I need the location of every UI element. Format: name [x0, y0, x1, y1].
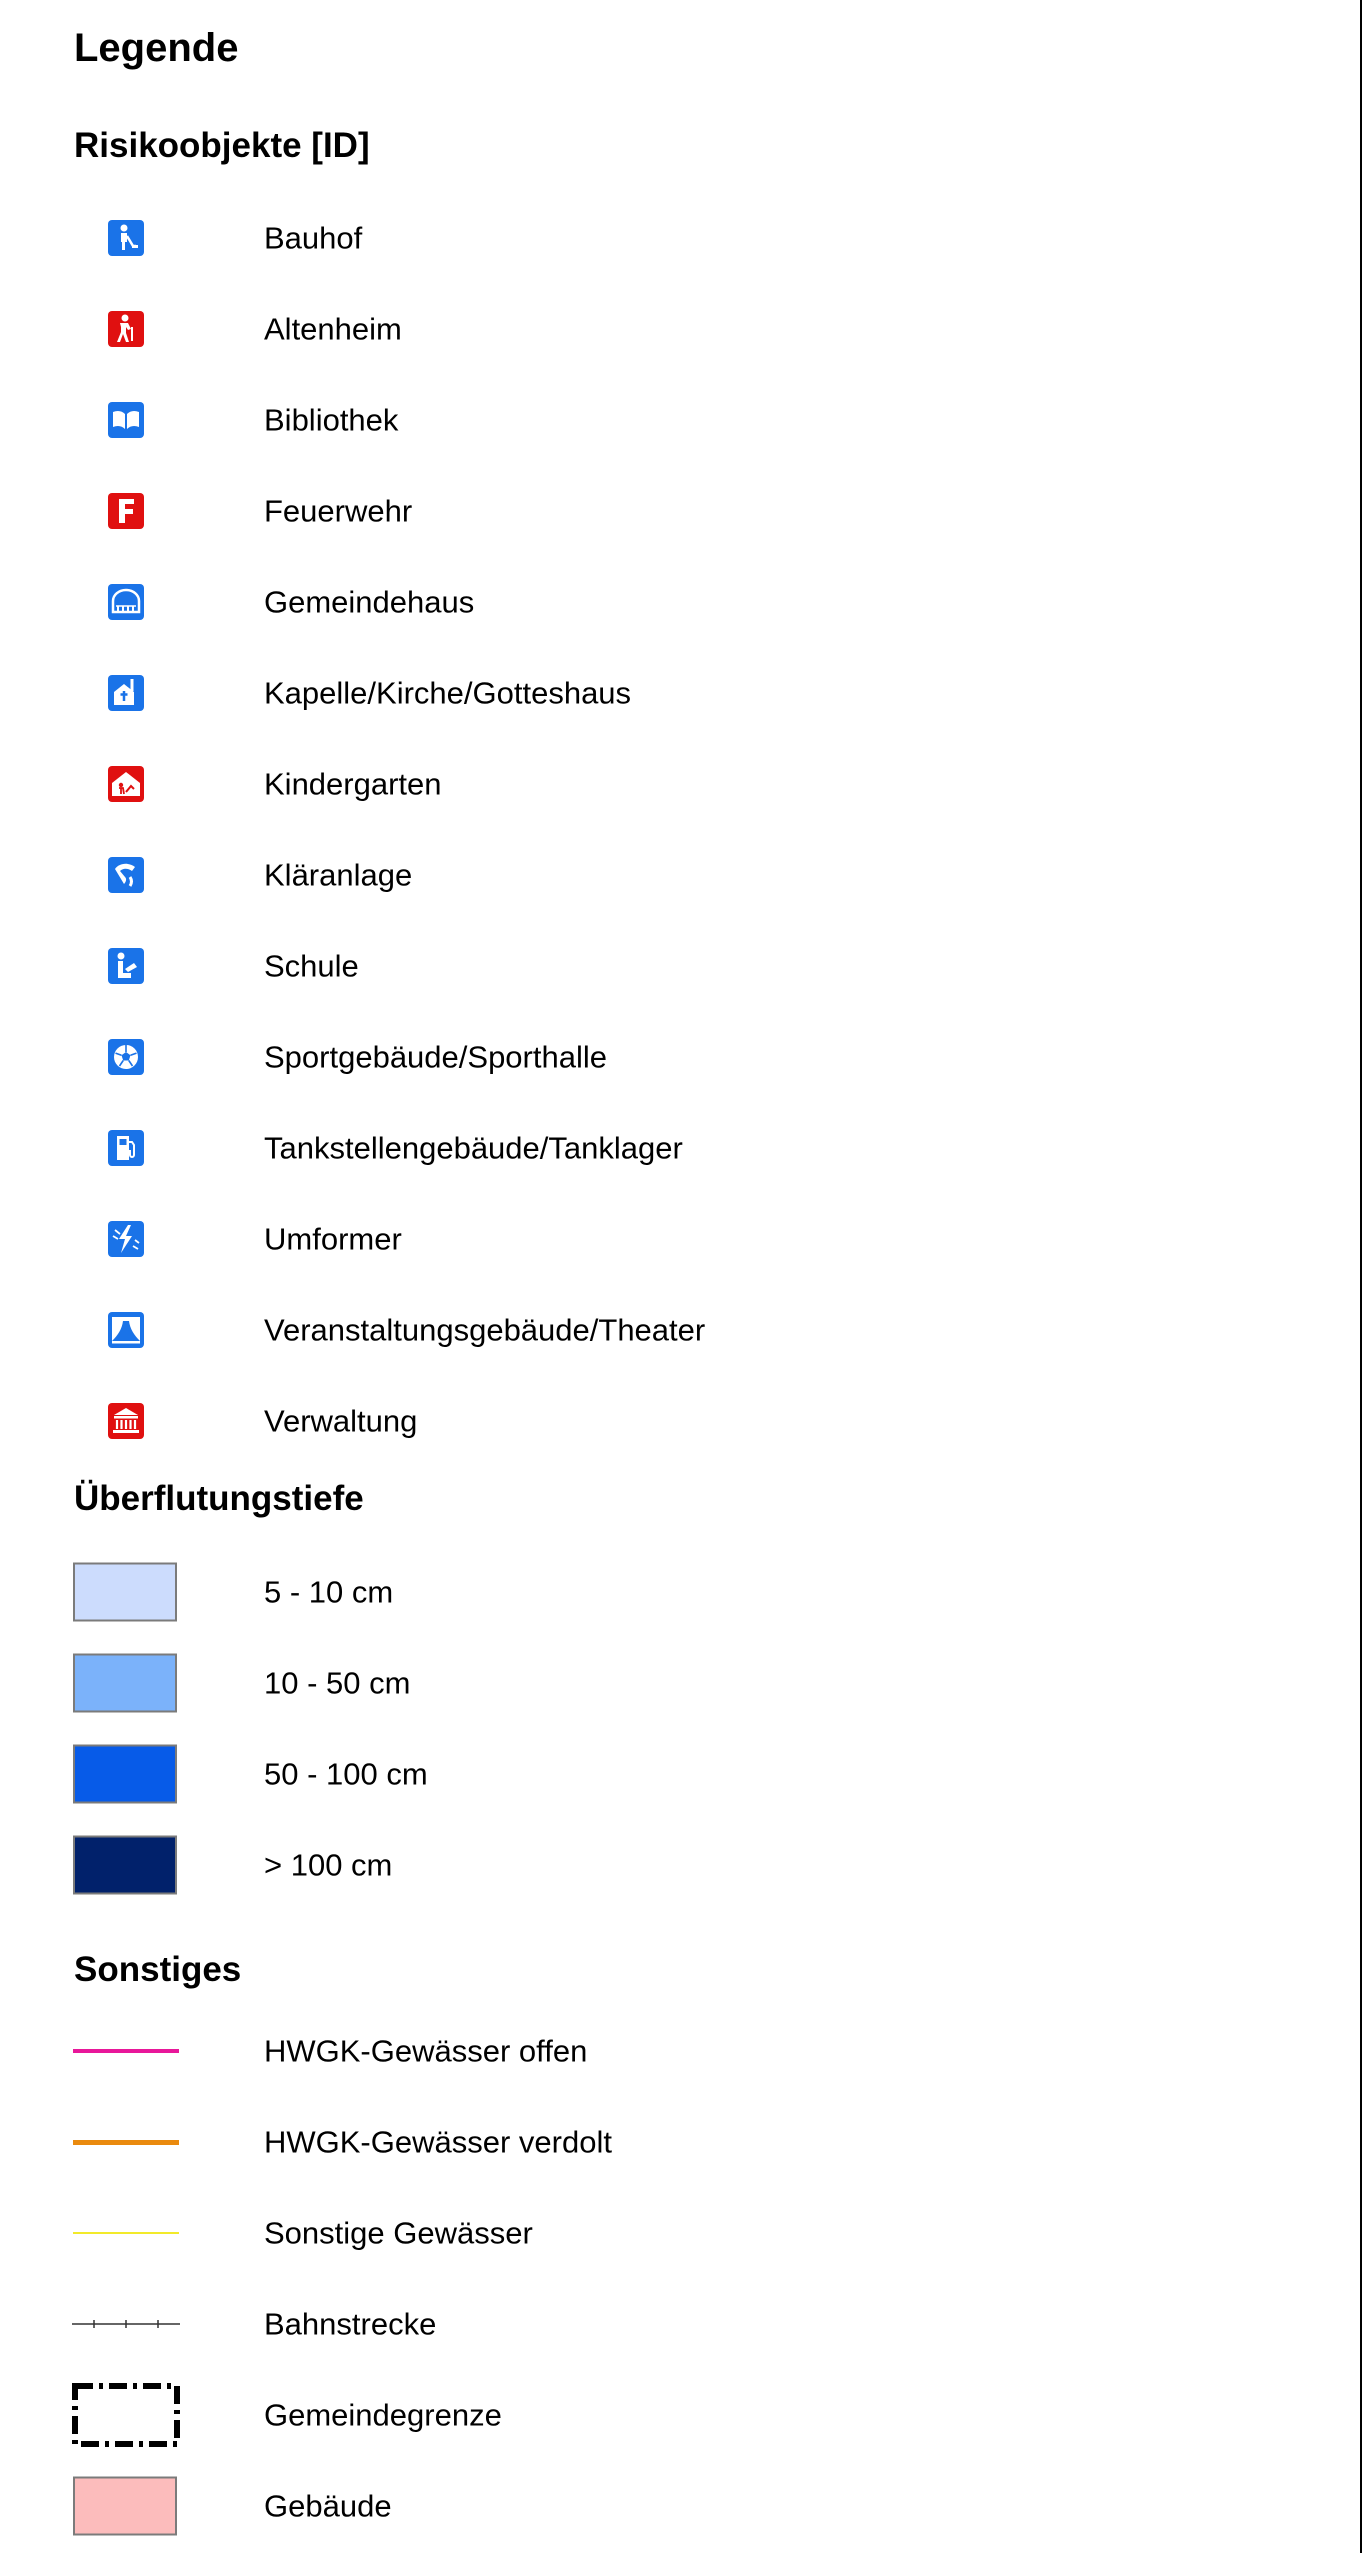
legend-item-feuerwehr: Feuerwehr [0, 481, 1300, 541]
legend-item-other-waters: Sonstige Gewässer [0, 2203, 1300, 2263]
open-book-icon [108, 402, 144, 438]
legend-item-label: HWGK-Gewässer verdolt [264, 2124, 612, 2160]
color-swatch [73, 1653, 177, 1713]
legend-item-label: Kapelle/Kirche/Gotteshaus [264, 675, 632, 711]
legend-item-depth-over-100: > 100 cm [0, 1835, 1300, 1895]
legend-item-depth-10-50: 10 - 50 cm [0, 1653, 1300, 1713]
kindergarten-icon [108, 766, 144, 802]
elderly-person-icon [108, 311, 144, 347]
section-title-risk-objects: Risikoobjekte [ID] [74, 126, 370, 165]
line-symbol [73, 2139, 179, 2145]
legend-item-label: Verwaltung [264, 1403, 418, 1439]
legend-item-label: 50 - 100 cm [264, 1756, 428, 1792]
legend-item-gemeindehaus: Gemeindehaus [0, 572, 1300, 632]
color-swatch [73, 1744, 177, 1804]
chapel-icon [108, 675, 144, 711]
color-swatch [73, 2476, 177, 2536]
legend-item-bibliothek: Bibliothek [0, 390, 1300, 450]
railway-symbol [72, 2317, 180, 2331]
legend-panel: Legende Risikoobjekte [ID] Bauhof Altenh… [0, 0, 1362, 2553]
boundary-symbol [72, 2383, 180, 2447]
legend-item-label: HWGK-Gewässer offen [264, 2033, 588, 2069]
legend-item-depth-5-10: 5 - 10 cm [0, 1562, 1300, 1622]
color-swatch [73, 1835, 177, 1895]
theater-curtain-icon [108, 1312, 144, 1348]
legend-item-label: Sportgebäude/Sporthalle [264, 1039, 607, 1075]
legend-item-sportgebaeude: Sportgebäude/Sporthalle [0, 1027, 1300, 1087]
sewage-plant-icon [108, 857, 144, 893]
legend-item-label: Feuerwehr [264, 493, 413, 529]
legend-item-label: Gemeindehaus [264, 584, 475, 620]
legend-item-label: Gemeindegrenze [264, 2397, 502, 2433]
lightning-icon [108, 1221, 144, 1257]
legend-item-umformer: Umformer [0, 1209, 1300, 1269]
legend-item-label: Kläranlage [264, 857, 413, 893]
legend-item-label: 5 - 10 cm [264, 1574, 394, 1610]
section-title-flood-depth: Überflutungstiefe [74, 1479, 364, 1518]
legend-item-label: Gebäude [264, 2488, 392, 2524]
legend-item-label: Altenheim [264, 311, 402, 347]
legend-item-kapelle: Kapelle/Kirche/Gotteshaus [0, 663, 1300, 723]
legend-item-kindergarten: Kindergarten [0, 754, 1300, 814]
legend-item-hwgk-open: HWGK-Gewässer offen [0, 2021, 1300, 2081]
legend-title: Legende [74, 26, 239, 70]
legend-item-schule: Schule [0, 936, 1300, 996]
community-hall-icon [108, 584, 144, 620]
legend-item-label: Kindergarten [264, 766, 442, 802]
legend-item-bauhof: Bauhof [0, 208, 1300, 268]
legend-item-klaeranlage: Kläranlage [0, 845, 1300, 905]
legend-item-label: Bibliothek [264, 402, 399, 438]
legend-item-label: Sonstige Gewässer [264, 2215, 533, 2251]
line-symbol [73, 2232, 179, 2234]
construction-worker-icon [108, 220, 144, 256]
line-symbol [73, 2049, 179, 2053]
legend-item-label: Umformer [264, 1221, 402, 1257]
legend-item-theater: Veranstaltungsgebäude/Theater [0, 1300, 1300, 1360]
legend-item-label: Bauhof [264, 220, 363, 256]
letter-f-icon [108, 493, 144, 529]
legend-item-label: 10 - 50 cm [264, 1665, 411, 1701]
school-reader-icon [108, 948, 144, 984]
legend-item-tankstelle: Tankstellengebäude/Tanklager [0, 1118, 1300, 1178]
legend-item-label: Schule [264, 948, 359, 984]
legend-item-railway: Bahnstrecke [0, 2294, 1300, 2354]
legend-item-municipal-boundary: Gemeindegrenze [0, 2383, 1300, 2447]
legend-item-building: Gebäude [0, 2476, 1300, 2536]
legend-item-label: Bahnstrecke [264, 2306, 437, 2342]
legend-item-depth-50-100: 50 - 100 cm [0, 1744, 1300, 1804]
legend-item-label: Tankstellengebäude/Tanklager [264, 1130, 683, 1166]
legend-item-verwaltung: Verwaltung [0, 1391, 1300, 1451]
legend-item-hwgk-culverted: HWGK-Gewässer verdolt [0, 2112, 1300, 2172]
section-title-other: Sonstiges [74, 1950, 242, 1989]
government-building-icon [108, 1403, 144, 1439]
color-swatch [73, 1562, 177, 1622]
fuel-pump-icon [108, 1130, 144, 1166]
soccer-ball-icon [108, 1039, 144, 1075]
legend-item-altenheim: Altenheim [0, 299, 1300, 359]
legend-item-label: Veranstaltungsgebäude/Theater [264, 1312, 706, 1348]
legend-item-label: > 100 cm [264, 1847, 393, 1883]
